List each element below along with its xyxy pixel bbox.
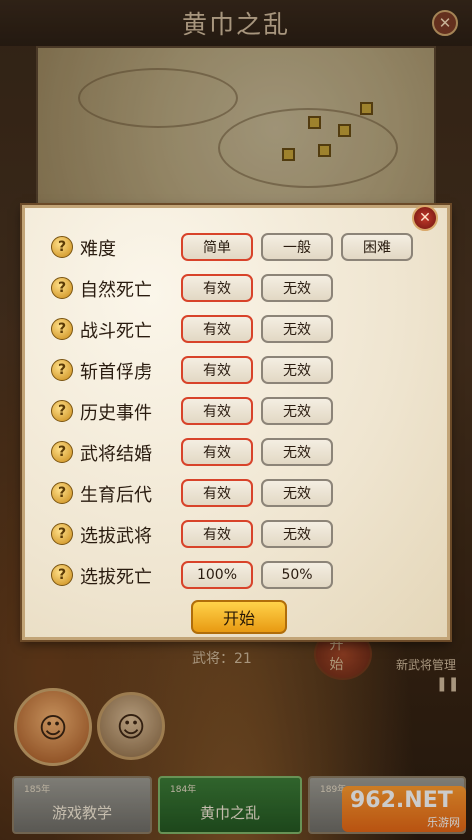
setting-option-button[interactable]: 一般 bbox=[261, 233, 333, 261]
dialog-close-icon[interactable]: ✕ bbox=[412, 205, 438, 231]
setting-row: ? 自然死亡 有效 无效 bbox=[25, 271, 453, 305]
hint-icon[interactable]: ? bbox=[51, 236, 73, 258]
hint-icon[interactable]: ? bbox=[51, 564, 73, 586]
setting-option-button[interactable]: 有效 bbox=[181, 397, 253, 425]
setting-option-button[interactable]: 有效 bbox=[181, 479, 253, 507]
setting-row: ? 历史事件 有效 无效 bbox=[25, 394, 453, 428]
setting-option-button[interactable]: 有效 bbox=[181, 520, 253, 548]
hint-icon[interactable]: ? bbox=[51, 441, 73, 463]
setting-row: ? 生育后代 有效 无效 bbox=[25, 476, 453, 510]
setting-row: ? 选拔武将 有效 无效 bbox=[25, 517, 453, 551]
hint-icon[interactable]: ? bbox=[51, 359, 73, 381]
setting-label: 斩首俘虏 bbox=[80, 362, 152, 383]
setting-option-button[interactable]: 无效 bbox=[261, 315, 333, 343]
setting-option-button[interactable]: 有效 bbox=[181, 356, 253, 384]
setting-label: 选拔死亡 bbox=[80, 567, 152, 588]
setting-option-button[interactable]: 有效 bbox=[181, 274, 253, 302]
setting-row: ? 难度 简单 一般 困难 bbox=[25, 230, 453, 264]
setting-option-button[interactable]: 50% bbox=[261, 561, 333, 589]
setting-option-button[interactable]: 无效 bbox=[261, 356, 333, 384]
setting-row: ? 斩首俘虏 有效 无效 bbox=[25, 353, 453, 387]
setting-row: ? 选拔死亡 100% 50% bbox=[25, 558, 453, 592]
setting-label: 生育后代 bbox=[80, 485, 152, 506]
setting-label: 武将结婚 bbox=[80, 444, 152, 465]
setting-option-button[interactable]: 无效 bbox=[261, 520, 333, 548]
setting-label: 自然死亡 bbox=[80, 280, 152, 301]
settings-dialog: ? 难度 简单 一般 困难? 自然死亡 有效 无效? 战斗死亡 有效 无效? 斩首俘虏 有效 无效? 历史事… bbox=[22, 205, 450, 640]
start-button[interactable]: 开始 bbox=[191, 600, 287, 634]
hint-icon[interactable]: ? bbox=[51, 400, 73, 422]
setting-option-button[interactable]: 无效 bbox=[261, 397, 333, 425]
hint-icon[interactable]: ? bbox=[51, 482, 73, 504]
setting-option-button[interactable]: 无效 bbox=[261, 274, 333, 302]
hint-icon[interactable]: ? bbox=[51, 523, 73, 545]
hint-icon[interactable]: ? bbox=[51, 277, 73, 299]
hint-icon[interactable]: ? bbox=[51, 318, 73, 340]
setting-label: 历史事件 bbox=[80, 403, 152, 424]
setting-label: 选拔武将 bbox=[80, 526, 152, 547]
setting-option-button[interactable]: 100% bbox=[181, 561, 253, 589]
setting-option-button[interactable]: 困难 bbox=[341, 233, 413, 261]
setting-option-button[interactable]: 无效 bbox=[261, 438, 333, 466]
setting-row: ? 战斗死亡 有效 无效 bbox=[25, 312, 453, 346]
setting-option-button[interactable]: 有效 bbox=[181, 315, 253, 343]
setting-row: ? 武将结婚 有效 无效 bbox=[25, 435, 453, 469]
setting-option-button[interactable]: 有效 bbox=[181, 438, 253, 466]
setting-option-button[interactable]: 简单 bbox=[181, 233, 253, 261]
setting-label: 难度 bbox=[80, 239, 116, 260]
setting-option-button[interactable]: 无效 bbox=[261, 479, 333, 507]
setting-label: 战斗死亡 bbox=[80, 321, 152, 342]
